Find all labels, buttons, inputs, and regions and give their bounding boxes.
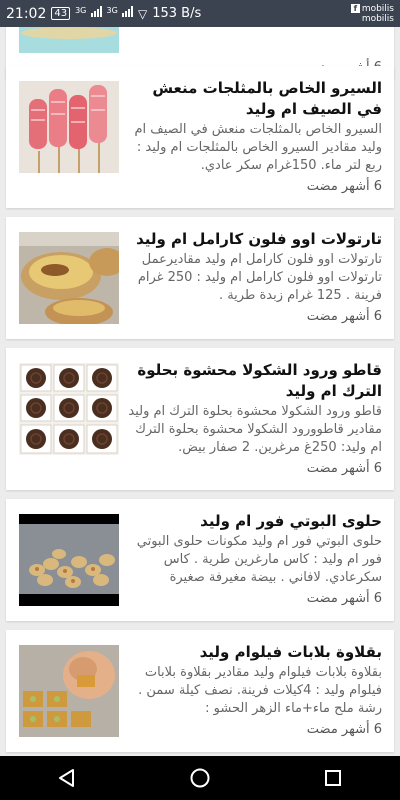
post-excerpt: قاطو ورود الشكولا محشوة بحلوة الترك ام و… xyxy=(128,404,382,455)
signal-icon-2: 3G xyxy=(107,6,133,21)
post-time: 6 أشهر مضت xyxy=(306,591,382,606)
post-thumbnail[interactable] xyxy=(19,232,119,324)
back-icon xyxy=(58,769,74,787)
status-bar: 21:02 43 3G 3G ▽ 153 B/s f mobilis mobili… xyxy=(0,0,400,27)
post-card[interactable]: قاطو ورود الشكولا محشوة بحلوة الترك ام و… xyxy=(6,348,394,490)
post-title[interactable]: تارتولات اوو فلون كارامل ام وليد xyxy=(124,229,382,250)
recents-icon xyxy=(325,770,342,786)
post-thumbnail[interactable] xyxy=(19,645,119,737)
network-type: 3G xyxy=(75,6,87,15)
network-type-2: 3G xyxy=(106,6,118,15)
post-title[interactable]: قاطو ورود الشكولا محشوة بحلوة الترك ام و… xyxy=(124,360,382,402)
status-left: 21:02 43 3G 3G ▽ 153 B/s xyxy=(6,6,201,22)
facebook-icon: f xyxy=(350,3,360,13)
post-thumbnail[interactable] xyxy=(19,81,119,173)
post-card[interactable]: حلوى البوتي فور ام وليد حلوى البوتي فور … xyxy=(6,499,394,621)
post-thumbnail[interactable] xyxy=(19,514,119,606)
post-card[interactable]: السيرو الخاص بالمثلجات منعش في الصيف ام … xyxy=(6,66,394,208)
post-time: 6 أشهر مضت xyxy=(306,179,382,194)
network-speed: 153 B/s xyxy=(152,6,202,21)
home-button[interactable] xyxy=(170,756,230,800)
post-card[interactable]: بقلاوة بلابات فيلوام وليد بقلاوة بلابات … xyxy=(6,630,394,752)
home-icon xyxy=(190,768,210,788)
back-button[interactable] xyxy=(37,756,97,800)
post-time: 6 أشهر مضت xyxy=(306,309,382,324)
post-excerpt: حلوى البوتي فور ام وليد مكونات حلوى البو… xyxy=(136,534,382,585)
signal-icon: 3G xyxy=(75,6,102,21)
navigation-bar xyxy=(0,756,400,800)
wifi-icon: ▽ xyxy=(137,6,148,21)
post-thumbnail[interactable] xyxy=(19,363,119,455)
post-card[interactable]: تارتولات اوو فلون كارامل ام وليد تارتولا… xyxy=(6,217,394,339)
status-right: f mobilis mobilis xyxy=(350,3,394,24)
carrier-name-1: mobilis xyxy=(361,3,394,14)
post-time: 6 أشهر مضت xyxy=(306,461,382,476)
post-feed[interactable]: 6 أشهر مضت xyxy=(0,27,400,756)
post-time: 6 أشهر مضت xyxy=(306,722,382,737)
post-thumbnail[interactable] xyxy=(19,27,119,53)
post-title[interactable]: بقلاوة بلابات فيلوام وليد xyxy=(124,642,382,663)
recents-button[interactable] xyxy=(303,756,363,800)
battery-icon: 43 xyxy=(51,7,71,20)
post-excerpt: تارتولات اوو فلون كارامل ام وليد مقاديرع… xyxy=(137,252,382,303)
status-time: 21:02 xyxy=(6,5,47,22)
carrier-name-2: mobilis xyxy=(361,13,394,24)
post-title[interactable]: حلوى البوتي فور ام وليد xyxy=(124,511,382,532)
post-excerpt: السيرو الخاص بالمثلجات منعش في الصيف ام … xyxy=(134,122,382,173)
post-title[interactable]: السيرو الخاص بالمثلجات منعش في الصيف ام … xyxy=(124,78,382,120)
post-excerpt: بقلاوة بلابات فيلوام وليد مقادير بقلاوة … xyxy=(138,665,382,716)
